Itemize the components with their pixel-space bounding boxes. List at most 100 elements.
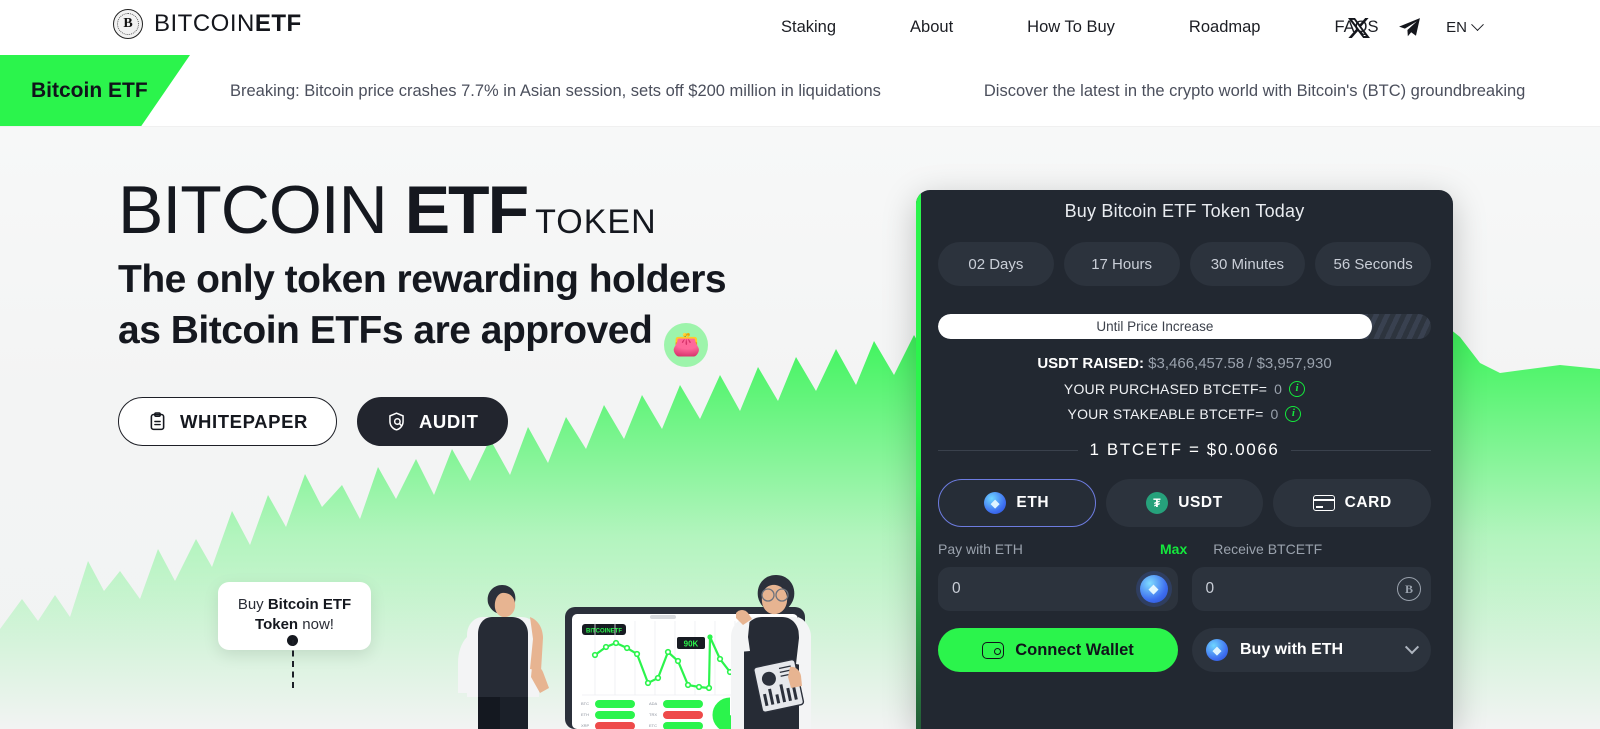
nav-item-staking[interactable]: Staking — [744, 18, 873, 37]
eth-icon — [1206, 639, 1228, 661]
svg-text:XRP: XRP — [581, 723, 590, 728]
receive-amount-input[interactable]: 0 B — [1191, 567, 1431, 611]
eth-icon — [1139, 575, 1168, 603]
connect-wallet-button[interactable]: Connect Wallet — [938, 628, 1178, 672]
svg-text:TRX: TRX — [649, 712, 657, 717]
nav-item-about[interactable]: About — [873, 18, 990, 37]
pay-currency-icon — [1139, 575, 1168, 603]
info-icon[interactable]: i — [1289, 381, 1306, 397]
news-ticker: Bitcoin ETF Breaking: Bitcoin price cras… — [0, 55, 1600, 127]
wallet-icon — [982, 641, 1005, 659]
purchased-value: 0 — [1274, 381, 1283, 397]
usdt-icon: ₮ — [1146, 492, 1169, 514]
amount-fields: 0 0 B — [916, 557, 1453, 611]
connect-wallet-label: Connect Wallet — [1015, 640, 1134, 659]
pay-with-label: Pay with ETH — [938, 541, 1023, 557]
tab-pay-usdt-label: USDT — [1178, 494, 1223, 511]
tab-pay-card-label: CARD — [1344, 494, 1392, 511]
purchased-row: YOUR PURCHASED BTCETF= 0 i — [916, 381, 1453, 397]
hero-title-token: TOKEN — [535, 203, 657, 241]
max-button[interactable]: Max — [1160, 541, 1187, 557]
payment-method-tabs: ETH ₮ USDT CARD — [916, 460, 1453, 527]
audit-button-label: AUDIT — [418, 410, 479, 432]
brand-logo-text: BITCOINETF — [154, 10, 302, 38]
ticker-item[interactable]: Breaking: Bitcoin price crashes 7.7% in … — [230, 82, 881, 101]
svg-text:ETC: ETC — [649, 723, 657, 728]
token-rate: 1 BTCETF = $0.0066 — [1089, 440, 1280, 459]
svg-text:ETH: ETH — [581, 712, 589, 717]
widget-title: Buy Bitcoin ETF Token Today — [1064, 200, 1305, 221]
usdt-raised-label: USDT RAISED: — [1037, 355, 1144, 372]
tab-pay-usdt[interactable]: ₮ USDT — [1105, 479, 1264, 527]
buy-token-widget: Buy Bitcoin ETF Token Today 02 Days 17 H… — [916, 190, 1453, 729]
bitcoin-symbol: B — [123, 16, 133, 31]
credit-card-icon — [1312, 495, 1335, 511]
countdown-days: 02 Days — [938, 242, 1054, 286]
btcetf-icon: B — [1397, 577, 1421, 601]
ticker-items: Breaking: Bitcoin price crashes 7.7% in … — [230, 55, 1525, 126]
illustration-person-left — [458, 585, 549, 729]
ticker-badge: Bitcoin ETF — [0, 55, 190, 126]
hero-title: BITCOIN ETF TOKEN — [118, 176, 657, 244]
pay-amount-input[interactable]: 0 — [938, 567, 1178, 611]
hero-subtitle-line2: as Bitcoin ETFs are approved — [118, 308, 653, 352]
presale-progress-bar: Until Price Increase — [938, 314, 1431, 339]
bitcoin-coin-icon: B — [113, 9, 143, 39]
nav-item-how-to-buy[interactable]: How To Buy — [990, 18, 1152, 37]
hero-buttons: WHITEPAPER AUDIT — [118, 397, 508, 446]
usdt-raised-row: USDT RAISED: $3,466,457.58 / $3,957,930 — [916, 355, 1453, 372]
purchased-label: YOUR PURCHASED BTCETF= — [1063, 381, 1268, 397]
language-selector[interactable]: EN — [1446, 18, 1484, 36]
callout-suffix: now! — [298, 616, 334, 634]
eth-icon — [984, 492, 1007, 514]
whitepaper-button[interactable]: WHITEPAPER — [118, 397, 337, 446]
svg-text:BTC: BTC — [581, 701, 589, 706]
audit-button[interactable]: AUDIT — [356, 397, 508, 446]
stakeable-row: YOUR STAKEABLE BTCETF= 0 i — [916, 406, 1453, 422]
document-icon — [150, 412, 165, 431]
progress-fill: Until Price Increase — [938, 314, 1372, 339]
illustration-badge-label: BITCOINETF — [586, 629, 622, 635]
illustration-chart-label: 90K — [684, 640, 699, 649]
illustration-person-right — [731, 575, 811, 729]
wallet-emoji-icon: 👛 — [664, 322, 709, 367]
telegram-icon[interactable] — [1396, 15, 1422, 41]
info-icon[interactable]: i — [1285, 406, 1302, 422]
countdown-timer: 02 Days 17 Hours 30 Minutes 56 Seconds — [916, 232, 1453, 286]
tab-pay-card[interactable]: CARD — [1273, 479, 1432, 527]
pay-amount-value: 0 — [952, 580, 961, 597]
field-labels-row: Pay with ETH Max Receive BTCETF — [916, 527, 1453, 557]
ticker-badge-label: Bitcoin ETF — [31, 79, 148, 102]
usdt-raised-value: $3,466,457.58 / $3,957,930 — [1148, 355, 1332, 372]
chevron-down-icon — [1404, 640, 1420, 655]
divider-right — [1291, 449, 1432, 451]
nav-item-roadmap[interactable]: Roadmap — [1152, 18, 1298, 37]
receive-currency-icon: B — [1397, 577, 1421, 601]
header-social-links: EN — [1346, 0, 1484, 55]
token-rate-row: 1 BTCETF = $0.0066 — [938, 440, 1432, 460]
receive-label: Receive BTCETF — [1213, 541, 1323, 557]
callout-prefix: Buy — [237, 596, 268, 613]
hero-title-light: BITCOIN — [118, 172, 388, 248]
hero-illustration: BITCOINETF 90K BTC ADA ETH TRX XRP ETC — [458, 575, 811, 729]
stakeable-label: YOUR STAKEABLE BTCETF= — [1067, 406, 1264, 422]
hero-subtitle-line1: The only token rewarding holders — [118, 258, 727, 301]
chevron-down-icon — [1471, 18, 1484, 32]
x-twitter-icon[interactable] — [1346, 15, 1372, 41]
language-label: EN — [1446, 19, 1467, 36]
receive-amount-value: 0 — [1205, 580, 1215, 597]
countdown-minutes: 30 Minutes — [1189, 242, 1306, 286]
brand-logo[interactable]: B BITCOINETF — [113, 9, 302, 39]
brand-logo-light: BITCOIN — [154, 10, 255, 37]
hero-subtitle: The only token rewarding holders as Bitc… — [118, 255, 727, 367]
callout-stem-line — [292, 640, 294, 688]
buy-with-eth-dropdown[interactable]: Buy with ETH — [1192, 628, 1431, 672]
main-navigation: Staking About How To Buy Roadmap FAQS — [744, 0, 1415, 55]
site-header: B BITCOINETF Staking About How To Buy Ro… — [0, 0, 1600, 55]
shield-search-icon — [389, 412, 404, 431]
countdown-hours: 17 Hours — [1063, 242, 1180, 286]
ticker-item[interactable]: Discover the latest in the crypto world … — [984, 82, 1525, 101]
whitepaper-button-label: WHITEPAPER — [180, 410, 308, 432]
tab-pay-eth[interactable]: ETH — [938, 479, 1096, 527]
svg-text:ADA: ADA — [649, 701, 658, 706]
